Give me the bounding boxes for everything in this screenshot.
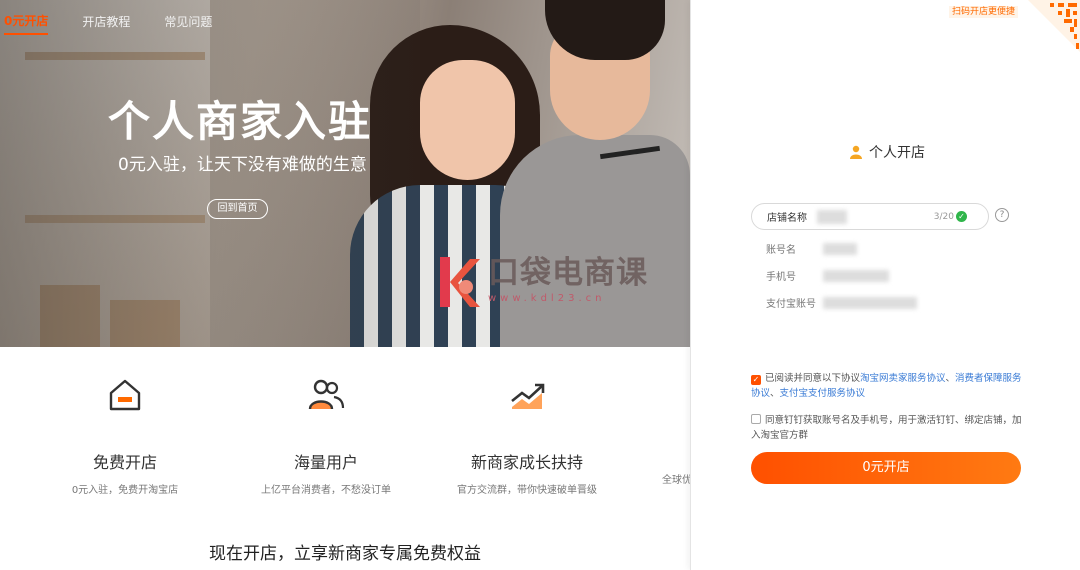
- store-name-label: 店铺名称: [767, 213, 807, 224]
- feature-users: 海量用户 上亿平台消费者，不愁没订单: [241, 375, 411, 496]
- shop-icon: [109, 379, 141, 411]
- page: 0元开店 开店教程 常见问题 个人商家入驻 0元入驻，让天下没有难做的生意 回到…: [0, 0, 1080, 570]
- users-icon: [308, 379, 345, 410]
- feature-desc: 官方交流群，带你快速破单晋级: [457, 485, 597, 496]
- feature-free-store: 免费开店 0元入驻，免费开淘宝店: [40, 375, 210, 496]
- back-home-button[interactable]: 回到首页: [207, 199, 268, 219]
- alipay-agreement-link[interactable]: 支付宝支付服务协议: [780, 388, 866, 399]
- account-label: 账号名: [766, 245, 796, 256]
- user-icon: [850, 145, 862, 159]
- panel-title-text: 个人开店: [869, 145, 925, 161]
- agreement-consent: ✓ 已阅读并同意以下协议淘宝网卖家服务协议、消费者保障服务协议、支付宝支付服务协议: [751, 371, 1023, 401]
- store-name-value-redacted: [817, 209, 847, 224]
- dingtalk-consent: 同意钉钉获取账号名及手机号，用于激活钉钉、绑定店铺，加入淘宝官方群: [751, 413, 1023, 443]
- store-name-input[interactable]: 店铺名称 3/20 ✓: [751, 203, 989, 230]
- growth-chart-icon: [511, 383, 545, 409]
- phone-row: 手机号: [766, 268, 889, 283]
- alipay-value-redacted: [823, 296, 917, 309]
- hero-man-shirt: [500, 135, 690, 347]
- qr-code-icon[interactable]: [1028, 0, 1080, 52]
- agreement-prefix: 已阅读并同意以下协议: [765, 373, 861, 384]
- open-store-button[interactable]: 0元开店: [751, 452, 1021, 484]
- watermark-url: www.kdl23.cn: [488, 293, 606, 304]
- hero-woman-face: [420, 60, 515, 180]
- help-icon[interactable]: ?: [995, 208, 1009, 222]
- hero-subtitle: 0元入驻，让天下没有难做的生意: [118, 155, 367, 175]
- store-name-count: 3/20: [933, 211, 954, 222]
- agreement-checkbox[interactable]: ✓: [751, 375, 761, 385]
- benefits-heading: 现在开店，立享新商家专属免费权益: [209, 544, 481, 564]
- phone-value-redacted: [823, 269, 889, 282]
- alipay-label: 支付宝账号: [766, 299, 816, 310]
- seller-agreement-link[interactable]: 淘宝网卖家服务协议: [860, 373, 946, 384]
- phone-label: 手机号: [766, 272, 796, 283]
- agreement-separator: 、: [770, 388, 780, 399]
- nav-item-open-store[interactable]: 0元开店: [4, 6, 49, 35]
- agreement-separator: 、: [945, 373, 956, 384]
- open-store-panel: 扫码开店更便捷 个人开店 店铺名称 3/20 ✓ ? 账号名 手机号 支付宝账号…: [690, 0, 1080, 570]
- dingtalk-checkbox[interactable]: [751, 414, 761, 424]
- watermark-brand: 口袋电商课: [488, 255, 648, 291]
- watermark-logo-icon: [440, 257, 480, 307]
- nav-item-faq[interactable]: 常见问题: [164, 7, 212, 34]
- feature-title: 海量用户: [293, 453, 358, 472]
- qr-hint: 扫码开店更便捷: [948, 6, 1018, 18]
- alipay-row: 支付宝账号: [766, 295, 917, 310]
- nav-item-tutorial[interactable]: 开店教程: [82, 7, 130, 34]
- dingtalk-consent-text: 同意钉钉获取账号名及手机号，用于激活钉钉、绑定店铺，加入淘宝官方群: [751, 415, 1022, 441]
- feature-desc-partial: 全球优: [662, 475, 692, 486]
- feature-desc: 0元入驻，免费开淘宝店: [71, 485, 179, 496]
- account-row: 账号名: [766, 241, 857, 256]
- feature-growth: 新商家成长扶持 官方交流群，带你快速破单晋级: [442, 375, 612, 496]
- feature-title: 免费开店: [92, 453, 157, 472]
- feature-title: 新商家成长扶持: [470, 453, 583, 472]
- watermark: 口袋电商课 www.kdl23.cn: [436, 255, 648, 309]
- feature-desc: 上亿平台消费者，不愁没订单: [261, 485, 391, 496]
- hero-title: 个人商家入驻: [108, 97, 373, 146]
- check-icon: ✓: [956, 211, 967, 222]
- account-value-redacted: [823, 242, 857, 255]
- panel-title: 个人开店: [849, 142, 925, 162]
- top-nav: 0元开店 开店教程 常见问题: [0, 0, 246, 40]
